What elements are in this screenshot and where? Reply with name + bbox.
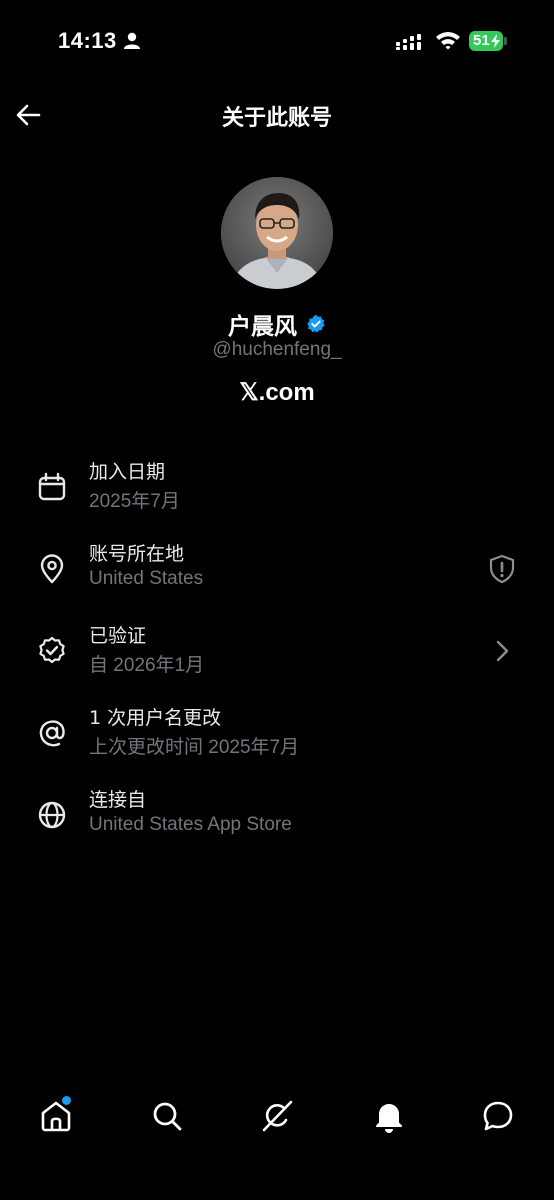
info-row-subtitle: 自 2026年1月: [89, 655, 205, 676]
bottom-navigation: [0, 1078, 554, 1158]
status-bar: 14:13 51: [0, 0, 554, 84]
globe-icon: [38, 801, 66, 829]
display-name: 户晨风: [227, 314, 297, 340]
avatar-image: [221, 177, 333, 289]
battery-cap: [504, 37, 507, 45]
at-sign-icon: [39, 720, 65, 747]
info-row-account-location: 账号所在地 United States: [0, 539, 554, 609]
notifications-icon[interactable]: [369, 1096, 409, 1136]
info-row-verified[interactable]: 已验证 自 2026年1月: [0, 621, 554, 691]
info-row-subtitle: 上次更改时间 2025年7月: [89, 737, 300, 758]
unread-dot: [62, 1096, 71, 1105]
messages-icon[interactable]: [478, 1096, 518, 1136]
calendar-icon: [38, 472, 66, 501]
battery-indicator: 51: [469, 31, 503, 51]
wifi-icon: [436, 32, 460, 50]
info-row-connected-via: 连接自 United States App Store: [0, 785, 554, 855]
info-row-title: 1 次用户名更改: [89, 707, 222, 729]
shield-alert-icon[interactable]: [486, 553, 518, 585]
status-time: 14:13: [58, 28, 117, 53]
verified-badge-icon: [307, 314, 325, 333]
search-icon[interactable]: [147, 1096, 187, 1136]
avatar[interactable]: [221, 177, 333, 289]
info-row-username-changes: 1 次用户名更改 上次更改时间 2025年7月: [0, 703, 554, 773]
info-row-title: 已验证: [89, 625, 147, 647]
info-row-join-date: 加入日期 2025年7月: [0, 457, 554, 527]
profile-name-row: 户晨风: [0, 307, 554, 341]
x-logo-site: 𝕏.com: [239, 379, 315, 406]
grok-icon[interactable]: [257, 1096, 297, 1136]
verified-badge-icon: [39, 636, 65, 664]
info-row-title: 加入日期: [89, 461, 166, 483]
info-row-title: 连接自: [89, 789, 147, 811]
page-title: 关于此账号: [221, 106, 332, 131]
chevron-right-icon[interactable]: [486, 635, 518, 667]
info-row-subtitle: 2025年7月: [89, 491, 180, 512]
location-pin-icon: [40, 554, 64, 584]
charging-bolt-icon: [491, 34, 500, 48]
info-row-subtitle: United States App Store: [89, 814, 292, 835]
info-row-title: 账号所在地: [89, 543, 185, 565]
cellular-signal-icon: [396, 34, 421, 50]
username-handle: @huchenfeng_: [212, 339, 342, 360]
info-row-subtitle: United States: [89, 568, 204, 589]
person-icon: [124, 32, 140, 49]
